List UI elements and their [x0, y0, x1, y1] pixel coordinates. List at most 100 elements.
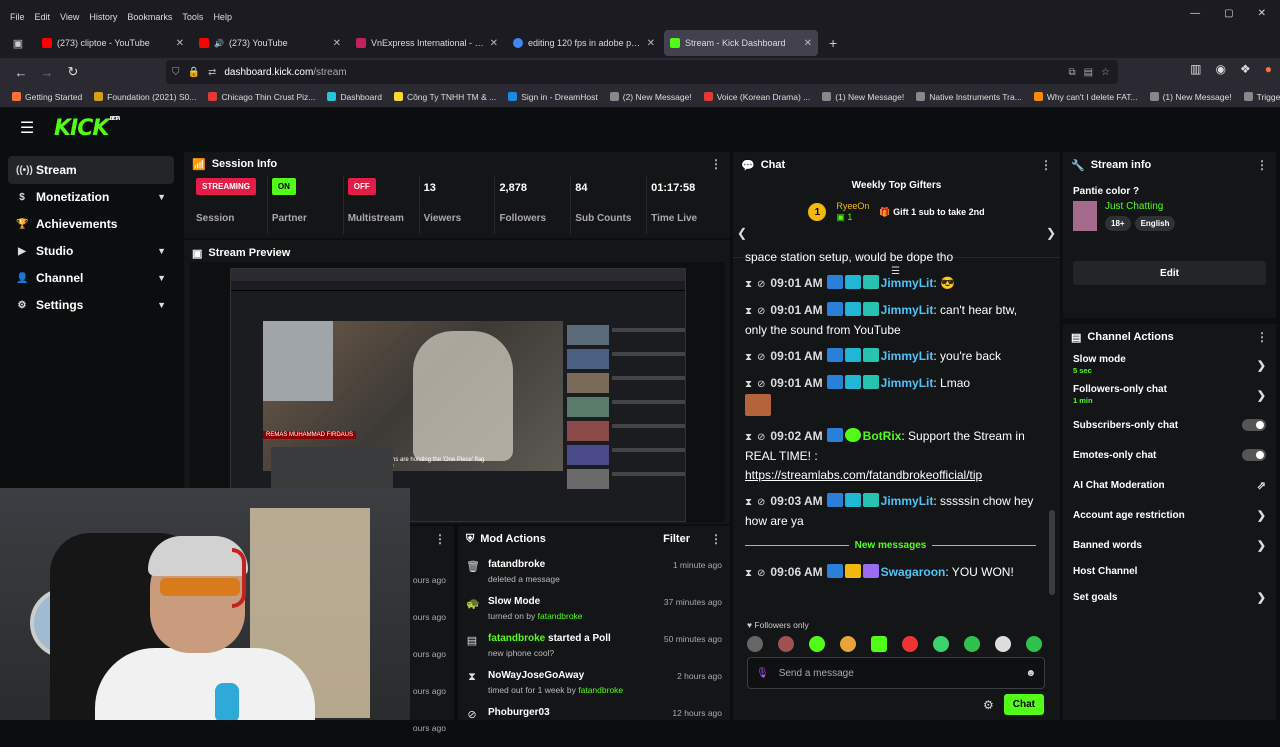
- chat-scrollbar[interactable]: [1049, 248, 1055, 602]
- browser-tab[interactable]: VnExpress International - Lates ✕: [350, 30, 504, 56]
- audio-icon[interactable]: 🔊: [214, 39, 224, 48]
- emote-icon[interactable]: [1026, 636, 1042, 652]
- reload-icon[interactable]: ↻: [60, 64, 86, 80]
- shield-icon[interactable]: ⛉: [172, 67, 180, 78]
- edit-button[interactable]: Edit: [1073, 261, 1266, 285]
- emote-icon[interactable]: [902, 636, 918, 652]
- close-tab-icon[interactable]: ✕: [647, 38, 655, 49]
- mod-action-user[interactable]: fatandbroke: [488, 633, 545, 644]
- bookmark-item[interactable]: Chicago Thin Crust Piz...: [208, 92, 315, 102]
- lock-icon[interactable]: 🔒: [188, 67, 200, 78]
- new-tab-icon[interactable]: +: [821, 35, 845, 51]
- ban-icon[interactable]: ⊘: [757, 352, 765, 363]
- mod-action-by-user[interactable]: fatandbroke: [538, 611, 583, 621]
- timeout-icon[interactable]: ⧗: [745, 306, 752, 317]
- gift-prompt[interactable]: Gift 1 sub to take 2nd: [893, 207, 985, 217]
- ban-icon[interactable]: ⊘: [757, 379, 765, 390]
- bookmark-item[interactable]: (1) New Message!: [1149, 92, 1232, 102]
- mod-action-user[interactable]: fatandbroke: [488, 558, 663, 572]
- mod-action-by-user[interactable]: fatandbroke: [578, 685, 623, 695]
- menu-help[interactable]: Help: [213, 12, 232, 22]
- action-set-goals[interactable]: Set goals ❯: [1063, 582, 1276, 612]
- chat-link[interactable]: https://streamlabs.com/fatandbrokeoffici…: [745, 468, 982, 482]
- chat-username[interactable]: BotRix: [863, 429, 902, 443]
- bookmark-star-icon[interactable]: ☆: [1101, 67, 1110, 78]
- timeout-icon[interactable]: ⧗: [745, 432, 752, 443]
- gear-icon[interactable]: ⚙: [983, 698, 994, 712]
- chat-username[interactable]: JimmyLit: [881, 494, 934, 508]
- menu-bookmarks[interactable]: Bookmarks: [127, 12, 172, 22]
- action-ai-moderation[interactable]: AI Chat Moderation ⇗: [1063, 470, 1276, 500]
- extensions-icon[interactable]: ❖: [1240, 62, 1251, 76]
- sidebar-item-achievements[interactable]: 🏆 Achievements: [8, 210, 174, 238]
- subscribers-only-toggle[interactable]: [1242, 419, 1266, 431]
- new-messages-divider[interactable]: New messages: [745, 536, 1036, 555]
- close-tab-icon[interactable]: ✕: [176, 38, 184, 49]
- close-tab-icon[interactable]: ✕: [804, 38, 812, 49]
- bookmark-item[interactable]: (1) New Message!: [822, 92, 904, 102]
- send-chat-button[interactable]: Chat: [1003, 694, 1044, 715]
- chat-input[interactable]: 🎙 Send a message ☻: [747, 657, 1045, 689]
- account-icon[interactable]: ◉: [1216, 62, 1226, 76]
- ban-icon[interactable]: ⊘: [757, 432, 765, 443]
- emote-icon[interactable]: [747, 636, 763, 652]
- action-slow-mode[interactable]: Slow mode 5 sec ❯: [1063, 350, 1276, 380]
- emote-icon[interactable]: [933, 636, 949, 652]
- kebab-menu-icon[interactable]: ⋮: [710, 532, 722, 546]
- close-window-icon[interactable]: ✕: [1258, 8, 1266, 19]
- chat-username[interactable]: JimmyLit: [881, 376, 934, 390]
- kebab-menu-icon[interactable]: ⋮: [1040, 158, 1052, 172]
- sidebar-item-studio[interactable]: ▶ Studio ▼: [8, 237, 174, 265]
- chevron-left-icon[interactable]: ❮: [737, 226, 747, 240]
- emote-icon[interactable]: [840, 636, 856, 652]
- timeout-icon[interactable]: ⧗: [745, 497, 752, 508]
- ban-icon[interactable]: ⊘: [757, 497, 765, 508]
- emote-icon[interactable]: [995, 636, 1011, 652]
- menu-tools[interactable]: Tools: [182, 12, 203, 22]
- action-account-age[interactable]: Account age restriction ❯: [1063, 500, 1276, 530]
- firefox-menu-icon[interactable]: ●: [1265, 62, 1272, 76]
- browser-tab[interactable]: (273) cliptoe - YouTube ✕: [36, 30, 190, 56]
- ban-icon[interactable]: ⊘: [757, 306, 765, 317]
- close-tab-icon[interactable]: ✕: [333, 38, 341, 49]
- menu-file[interactable]: File: [10, 12, 25, 22]
- bookmark-item[interactable]: Voice (Korean Drama) ...: [703, 92, 810, 102]
- timeout-icon[interactable]: ⧗: [745, 352, 752, 363]
- browser-tab-active[interactable]: Stream - Kick Dashboard ✕: [664, 30, 818, 56]
- menu-view[interactable]: View: [60, 12, 79, 22]
- bookmark-item[interactable]: Trigger Boxing: [1243, 92, 1280, 102]
- sidebar-item-channel[interactable]: 👤 Channel ▼: [8, 264, 174, 292]
- sidebar-item-settings[interactable]: ⚙ Settings ▼: [8, 291, 174, 319]
- timeout-icon[interactable]: ⧗: [745, 568, 752, 579]
- sidebar-item-stream[interactable]: ((•)) Stream: [8, 156, 174, 184]
- kebab-menu-icon[interactable]: ⋮: [1256, 158, 1268, 172]
- chat-username[interactable]: JimmyLit: [881, 303, 934, 317]
- bookmark-item[interactable]: (2) New Message!: [609, 92, 692, 102]
- menu-history[interactable]: History: [89, 12, 117, 22]
- menu-edit[interactable]: Edit: [35, 12, 51, 22]
- action-followers-only[interactable]: Followers-only chat 1 min ❯: [1063, 380, 1276, 410]
- microphone-icon[interactable]: 🎙: [756, 668, 769, 679]
- bookmark-item[interactable]: Dashboard: [327, 92, 382, 102]
- emote-icon[interactable]: [964, 636, 980, 652]
- close-tab-icon[interactable]: ✕: [490, 38, 498, 49]
- chat-username[interactable]: JimmyLit: [881, 349, 934, 363]
- gifter-name[interactable]: RyeeOn: [836, 201, 869, 212]
- reader-view-icon[interactable]: ▤: [1084, 67, 1093, 78]
- emote-icon[interactable]: [871, 636, 887, 652]
- url-bar[interactable]: ⛉ 🔒 ⇄ dashboard.kick.com/stream ⧉ ▤ ☆: [166, 60, 1118, 84]
- bookmark-item[interactable]: Công Ty TNHH TM & ...: [393, 92, 496, 102]
- browser-tab[interactable]: 🔊 (273) YouTube ✕: [193, 30, 347, 56]
- back-icon[interactable]: ←: [8, 65, 34, 80]
- emoji-icon[interactable]: ☻: [1025, 668, 1036, 679]
- kebab-menu-icon[interactable]: ⋮: [710, 157, 722, 171]
- bookmark-item[interactable]: Native Instruments Tra...: [916, 92, 1022, 102]
- chevron-right-icon[interactable]: ❯: [1046, 226, 1056, 240]
- emote-icon[interactable]: [809, 636, 825, 652]
- sidebar-icon[interactable]: ▥: [1190, 62, 1201, 76]
- timeout-icon[interactable]: ⧗: [745, 379, 752, 390]
- chat-username[interactable]: JimmyLit: [881, 276, 934, 290]
- bookmark-item[interactable]: Getting Started: [12, 92, 82, 102]
- screenshot-icon[interactable]: ⧉: [1068, 67, 1075, 78]
- bookmark-item[interactable]: Foundation (2021) S0...: [94, 92, 196, 102]
